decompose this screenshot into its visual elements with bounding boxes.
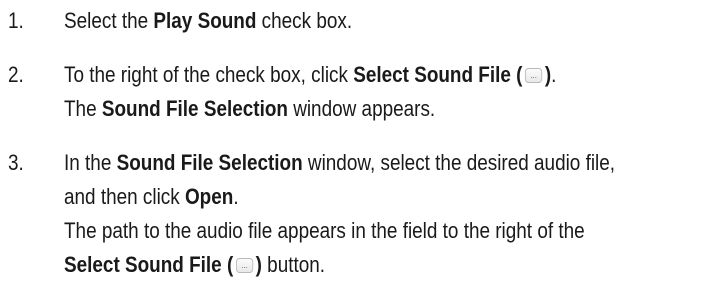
step-number: 1. [8,8,24,33]
ellipsis-button-icon: ... [525,68,543,83]
ellipsis-button-icon: ... [235,258,254,273]
step-line: Select Sound File (...) button. [64,248,666,282]
step-text: window appears. [287,96,436,121]
ui-term: Play Sound [153,8,257,33]
instruction-document: 1. Select the Play Sound check box. 2. T… [0,0,724,285]
step-line: Select the Play Sound check box. [64,4,666,38]
step-body: To the right of the check box, click Sel… [64,58,724,126]
ui-term: Select Sound File ( [353,62,523,87]
step-text: button. [261,252,326,277]
step-number: 2. [8,62,24,87]
step-text: The path to the audio file appears in th… [64,218,585,243]
ui-term: Open [184,184,234,209]
step-text: . [233,184,239,209]
ui-term: Sound File Selection [116,150,303,175]
step-body: In the Sound File Selection window, sele… [64,146,724,282]
step-line: The path to the audio file appears in th… [64,214,666,248]
step-body: Select the Play Sound check box. [64,4,724,38]
step-text: To the right of the check box, click [64,62,354,87]
step-text: The [64,96,102,121]
step-number: 3. [8,150,24,175]
step-text: and then click [64,184,185,209]
step-text: check box. [256,8,353,33]
step-text: . [551,62,557,87]
ui-term: Select Sound File ( [64,252,234,277]
step-line: and then click Open. [64,180,666,214]
step-text: Select the [64,8,154,33]
step-text: In the [64,150,117,175]
step-line: In the Sound File Selection window, sele… [64,146,666,180]
step-text: window, select the desired audio file, [302,150,616,175]
ui-term: Sound File Selection [101,96,288,121]
step-line: To the right of the check box, click Sel… [64,58,666,92]
step-line: The Sound File Selection window appears. [64,92,666,126]
